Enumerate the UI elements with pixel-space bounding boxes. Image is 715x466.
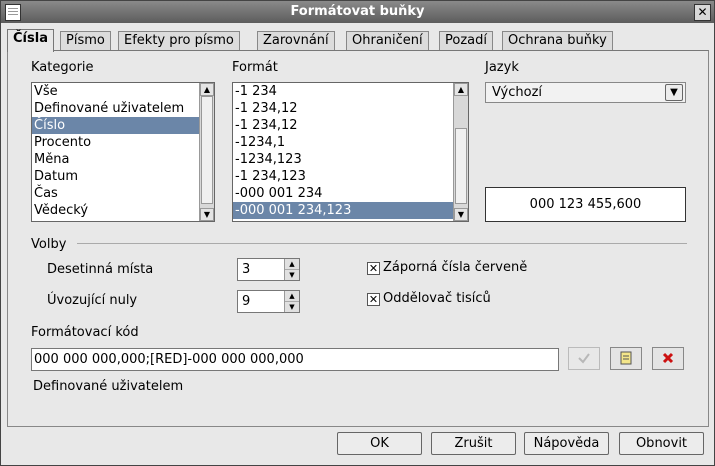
format-code-value: 000 000 000,000;[RED]-000 000 000,000 — [34, 352, 304, 367]
dropdown-arrow-icon[interactable]: ▼ — [665, 84, 683, 101]
language-select[interactable]: Výchozí ▼ — [485, 82, 686, 103]
scroll-up-icon[interactable]: ▲ — [200, 83, 214, 96]
tab-ochrana[interactable]: Ochrana buňky — [502, 31, 613, 50]
negative-red-checkbox[interactable]: ✕ — [367, 262, 380, 275]
language-label: Jazyk — [485, 60, 519, 75]
format-code-input[interactable]: 000 000 000,000;[RED]-000 000 000,000 — [31, 348, 559, 371]
comment-icon — [620, 351, 632, 365]
list-item[interactable]: -1 234,12 — [233, 100, 453, 117]
category-label: Kategorie — [31, 60, 94, 75]
list-item[interactable]: Čas — [32, 185, 199, 202]
accept-code-button[interactable] — [568, 347, 600, 370]
scroll-thumb[interactable] — [455, 128, 467, 204]
list-item[interactable]: -1234,123 — [233, 151, 453, 168]
format-list[interactable]: -1 234 -1 234,12 -1 234,12 -1234,1 -1234… — [232, 82, 469, 222]
stepper-up-icon[interactable]: ▲ — [285, 291, 299, 302]
format-scrollbar[interactable]: ▲ ▼ — [453, 83, 468, 221]
options-divider — [77, 243, 687, 244]
list-item[interactable]: -000 001 234,123 — [233, 202, 453, 219]
negative-red-label: Záporná čísla červeně — [383, 260, 528, 275]
edit-comment-button[interactable] — [610, 347, 642, 370]
list-item[interactable]: Definované uživatelem — [32, 100, 199, 117]
scroll-down-icon[interactable]: ▼ — [200, 208, 214, 221]
list-item[interactable]: Datum — [32, 168, 199, 185]
category-scrollbar[interactable]: ▲ ▼ — [199, 83, 214, 221]
scroll-up-icon[interactable]: ▲ — [454, 83, 468, 96]
preview-box: 000 123 455,600 — [485, 187, 686, 222]
list-item[interactable]: -1 234,12 — [233, 117, 453, 134]
decimal-places-label: Desetinná místa — [47, 262, 154, 277]
format-code-label: Formátovací kód — [31, 325, 139, 340]
list-item[interactable]: Procento — [32, 134, 199, 151]
delete-icon — [662, 352, 674, 364]
list-item[interactable]: Vše — [32, 83, 199, 100]
cancel-button[interactable]: Zrušit — [431, 432, 516, 455]
thousands-separator-checkbox[interactable]: ✕ — [367, 293, 380, 306]
title-bar[interactable]: Formátovat buňky ✕ — [1, 1, 714, 23]
list-item[interactable]: Vědecký — [32, 202, 199, 219]
tab-cisla[interactable]: Čísla — [7, 29, 54, 52]
thousands-separator-label: Oddělovač tisíců — [383, 291, 491, 306]
list-item[interactable]: -1 234 — [233, 83, 453, 100]
tab-ohraniceni[interactable]: Ohraničení — [346, 31, 429, 50]
stepper-down-icon[interactable]: ▼ — [285, 270, 299, 280]
list-item[interactable]: -1 234,123 — [233, 168, 453, 185]
decimal-places-stepper[interactable]: 3 ▲ ▼ — [237, 258, 300, 281]
decimal-places-value: 3 — [242, 262, 251, 277]
language-value: Výchozí — [492, 85, 543, 100]
scroll-down-icon[interactable]: ▼ — [454, 208, 468, 221]
reset-button[interactable]: Obnovit — [619, 432, 704, 455]
tab-pozadi[interactable]: Pozadí — [439, 31, 493, 50]
leading-zeros-value: 9 — [242, 294, 251, 309]
delete-code-button[interactable] — [652, 347, 684, 370]
preview-value: 000 123 455,600 — [529, 197, 642, 212]
tab-zarovnani[interactable]: Zarovnání — [257, 31, 335, 50]
stepper-up-icon[interactable]: ▲ — [285, 259, 299, 270]
tab-pismo[interactable]: Písmo — [60, 31, 111, 50]
list-item[interactable]: Číslo — [32, 117, 199, 134]
list-item[interactable]: Měna — [32, 151, 199, 168]
category-list[interactable]: Vše Definované uživatelem Číslo Procento… — [31, 82, 215, 222]
close-icon[interactable]: ✕ — [694, 4, 711, 21]
window-title: Formátovat buňky — [290, 4, 425, 19]
list-item[interactable]: -000 001 234 — [233, 185, 453, 202]
format-cells-dialog: Formátovat buňky ✕ Čísla Písmo Efekty pr… — [0, 0, 715, 466]
leading-zeros-label: Úvozující nuly — [47, 293, 138, 308]
help-button[interactable]: Nápověda — [524, 432, 609, 455]
options-label: Volby — [31, 237, 67, 252]
leading-zeros-stepper[interactable]: 9 ▲ ▼ — [237, 290, 300, 313]
format-comment: Definované uživatelem — [33, 379, 184, 394]
format-label: Formát — [232, 60, 278, 75]
ok-button[interactable]: OK — [337, 432, 422, 455]
list-item[interactable]: -1234,1 — [233, 134, 453, 151]
checkmark-icon — [578, 353, 590, 364]
tab-efekty[interactable]: Efekty pro písmo — [118, 31, 240, 50]
scroll-thumb[interactable] — [201, 96, 213, 204]
stepper-down-icon[interactable]: ▼ — [285, 302, 299, 312]
